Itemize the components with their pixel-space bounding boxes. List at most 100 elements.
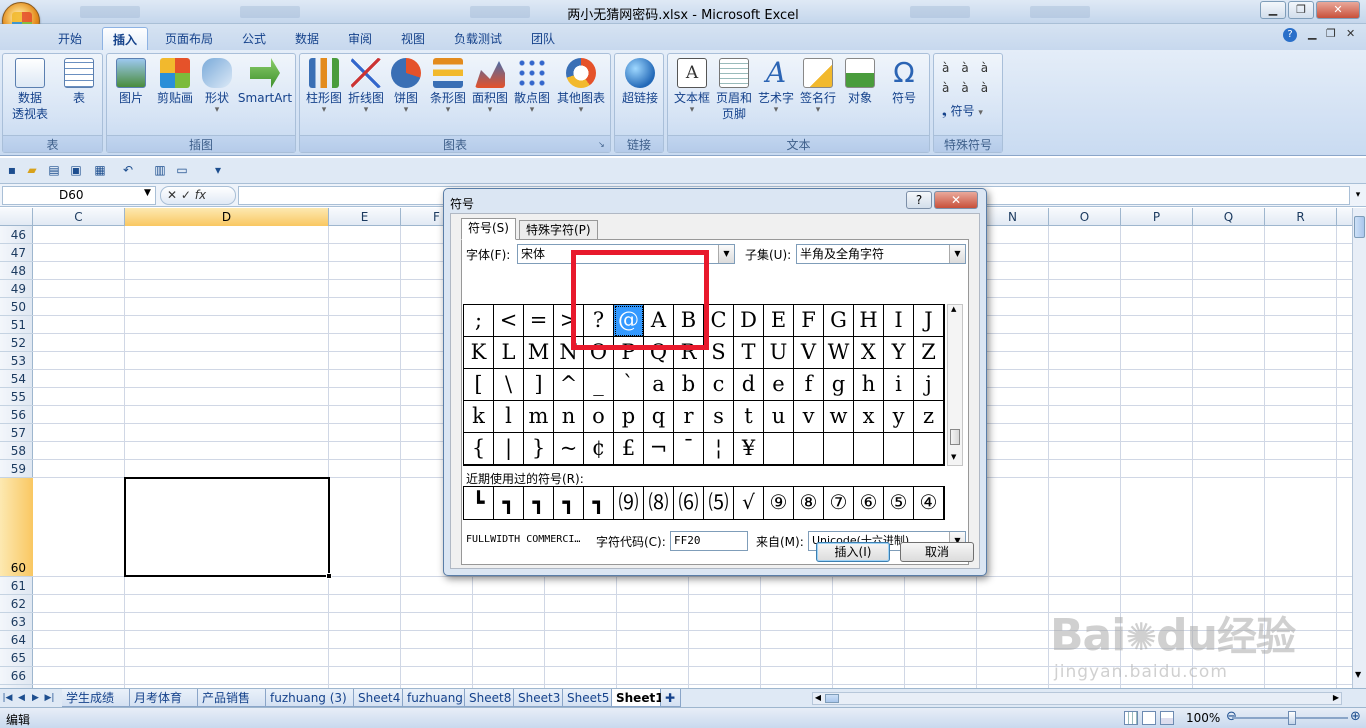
- cancel-edit-icon[interactable]: ✕: [167, 188, 177, 202]
- symbol-cell[interactable]: Z: [914, 337, 944, 369]
- workbook-close-icon[interactable]: ✕: [1346, 27, 1355, 40]
- zoom-in-icon[interactable]: ⊕: [1350, 709, 1361, 724]
- symbol-cell[interactable]: c: [704, 369, 734, 401]
- row-header[interactable]: 61: [0, 577, 33, 595]
- recent-symbol-cell[interactable]: ⑹: [674, 487, 704, 519]
- row-header[interactable]: 46: [0, 226, 33, 244]
- row-header[interactable]: 55: [0, 388, 33, 406]
- symbol-cell[interactable]: o: [584, 401, 614, 433]
- recent-symbol-cell[interactable]: ⑥: [854, 487, 884, 519]
- row-header[interactable]: 59: [0, 460, 33, 478]
- symbol-cell[interactable]: <: [494, 305, 524, 337]
- table-button[interactable]: 表: [59, 58, 99, 106]
- ribbon-restore-icon[interactable]: ❐: [1326, 27, 1336, 40]
- row-header[interactable]: 65: [0, 649, 33, 667]
- symbol-cell[interactable]: f: [794, 369, 824, 401]
- symbol-cell[interactable]: e: [764, 369, 794, 401]
- sheet-tab[interactable]: Sheet4: [354, 689, 403, 707]
- normal-view-icon[interactable]: [1124, 711, 1138, 725]
- symbol-cell[interactable]: H: [854, 305, 884, 337]
- symbol-cell[interactable]: t: [734, 401, 764, 433]
- symbol-cell[interactable]: }: [524, 433, 554, 465]
- row-header[interactable]: 57: [0, 424, 33, 442]
- symbol-cell[interactable]: J: [914, 305, 944, 337]
- recent-symbol-cell[interactable]: ┓: [554, 487, 584, 519]
- bar-chart-button[interactable]: 条形图 ▾: [428, 58, 468, 115]
- textbox-button[interactable]: A 文本框 ▾: [672, 58, 712, 115]
- horizontal-scrollbar[interactable]: ◀ ▶: [812, 692, 1342, 705]
- last-sheet-icon[interactable]: ▶|: [44, 691, 55, 705]
- signature-line-button[interactable]: 签名行 ▾: [798, 58, 838, 115]
- symbol-cell[interactable]: [884, 433, 914, 465]
- symbol-cell[interactable]: Y: [884, 337, 914, 369]
- symbol-cell[interactable]: n: [554, 401, 584, 433]
- object-button[interactable]: 对象: [842, 58, 878, 106]
- expand-formula-icon[interactable]: ▾: [1352, 186, 1364, 205]
- recent-symbol-cell[interactable]: ┗: [464, 487, 494, 519]
- sheet-tab[interactable]: Sheet8: [465, 689, 514, 707]
- wordart-button[interactable]: A 艺术字 ▾: [756, 58, 796, 115]
- sheet-tab[interactable]: fuzhuang (3): [266, 689, 354, 707]
- symbol-cell[interactable]: k: [464, 401, 494, 433]
- special-symbol[interactable]: à: [942, 81, 949, 95]
- symbol-cell[interactable]: i: [884, 369, 914, 401]
- confirm-edit-icon[interactable]: ✓: [181, 188, 191, 202]
- row-header[interactable]: 51: [0, 316, 33, 334]
- sheet-tab[interactable]: 月考体育: [130, 689, 198, 707]
- minimize-button[interactable]: ▁: [1260, 1, 1286, 19]
- first-sheet-icon[interactable]: |◀: [2, 691, 13, 705]
- symbol-cell[interactable]: h: [854, 369, 884, 401]
- symbol-cell[interactable]: z: [914, 401, 944, 433]
- page-setup-icon[interactable]: ▦: [92, 162, 108, 178]
- symbol-cell[interactable]: I: [884, 305, 914, 337]
- symbol-grid-scroll-thumb[interactable]: [950, 429, 960, 445]
- symbol-cell[interactable]: _: [584, 369, 614, 401]
- symbol-cell[interactable]: ~: [554, 433, 584, 465]
- dialog-help-button[interactable]: ?: [906, 191, 932, 209]
- symbol-cell[interactable]: b: [674, 369, 704, 401]
- header-footer-button[interactable]: 页眉和 页脚: [714, 58, 754, 122]
- symbol-cell[interactable]: s: [704, 401, 734, 433]
- special-symbol[interactable]: à: [961, 81, 968, 95]
- dialog-launcher-icon[interactable]: ↘: [598, 140, 607, 149]
- row-header[interactable]: 63: [0, 613, 33, 631]
- recent-symbol-cell[interactable]: ⑦: [824, 487, 854, 519]
- page-break-view-icon[interactable]: [1160, 711, 1174, 725]
- picture-button[interactable]: 图片: [113, 58, 149, 106]
- symbol-cell[interactable]: T: [734, 337, 764, 369]
- scroll-left-icon[interactable]: ◀: [813, 693, 823, 704]
- symbol-cell[interactable]: v: [794, 401, 824, 433]
- dropdown-arrow-icon[interactable]: ▼: [718, 245, 734, 263]
- name-box[interactable]: D60: [2, 186, 156, 205]
- symbol-cell[interactable]: q: [644, 401, 674, 433]
- horizontal-scroll-thumb[interactable]: [825, 694, 839, 703]
- column-header[interactable]: P: [1121, 208, 1193, 226]
- line-chart-button[interactable]: 折线图 ▾: [346, 58, 386, 115]
- area-chart-button[interactable]: 面积图 ▾: [470, 58, 510, 115]
- row-header[interactable]: 64: [0, 631, 33, 649]
- insert-button[interactable]: 插入(I): [816, 542, 890, 562]
- recent-symbol-cell[interactable]: ┓: [524, 487, 554, 519]
- symbol-cell[interactable]: g: [824, 369, 854, 401]
- sheet-tab[interactable]: Sheet3: [514, 689, 563, 707]
- sheet-tab[interactable]: 学生成绩: [62, 689, 130, 707]
- sheet-tab[interactable]: Sheet1: [612, 689, 664, 707]
- insert-function-icon[interactable]: fx: [195, 188, 206, 202]
- row-header[interactable]: 62: [0, 595, 33, 613]
- symbol-cell[interactable]: j: [914, 369, 944, 401]
- symbol-cell[interactable]: U: [764, 337, 794, 369]
- symbol-cell[interactable]: [764, 433, 794, 465]
- zoom-level[interactable]: 100%: [1186, 711, 1220, 725]
- character-code-input[interactable]: FF20: [670, 531, 748, 551]
- shapes-button[interactable]: 形状 ▾: [199, 58, 235, 115]
- symbol-cell[interactable]: M: [524, 337, 554, 369]
- vertical-scroll-thumb[interactable]: [1354, 216, 1365, 238]
- prev-sheet-icon[interactable]: ◀: [16, 691, 27, 705]
- symbol-cell[interactable]: F: [794, 305, 824, 337]
- symbol-cell[interactable]: D: [734, 305, 764, 337]
- tab-home[interactable]: 开始: [48, 27, 92, 50]
- recent-symbol-cell[interactable]: ④: [914, 487, 944, 519]
- print-preview-icon[interactable]: ▣: [68, 162, 84, 178]
- symbol-cell[interactable]: [794, 433, 824, 465]
- symbol-cell[interactable]: X: [854, 337, 884, 369]
